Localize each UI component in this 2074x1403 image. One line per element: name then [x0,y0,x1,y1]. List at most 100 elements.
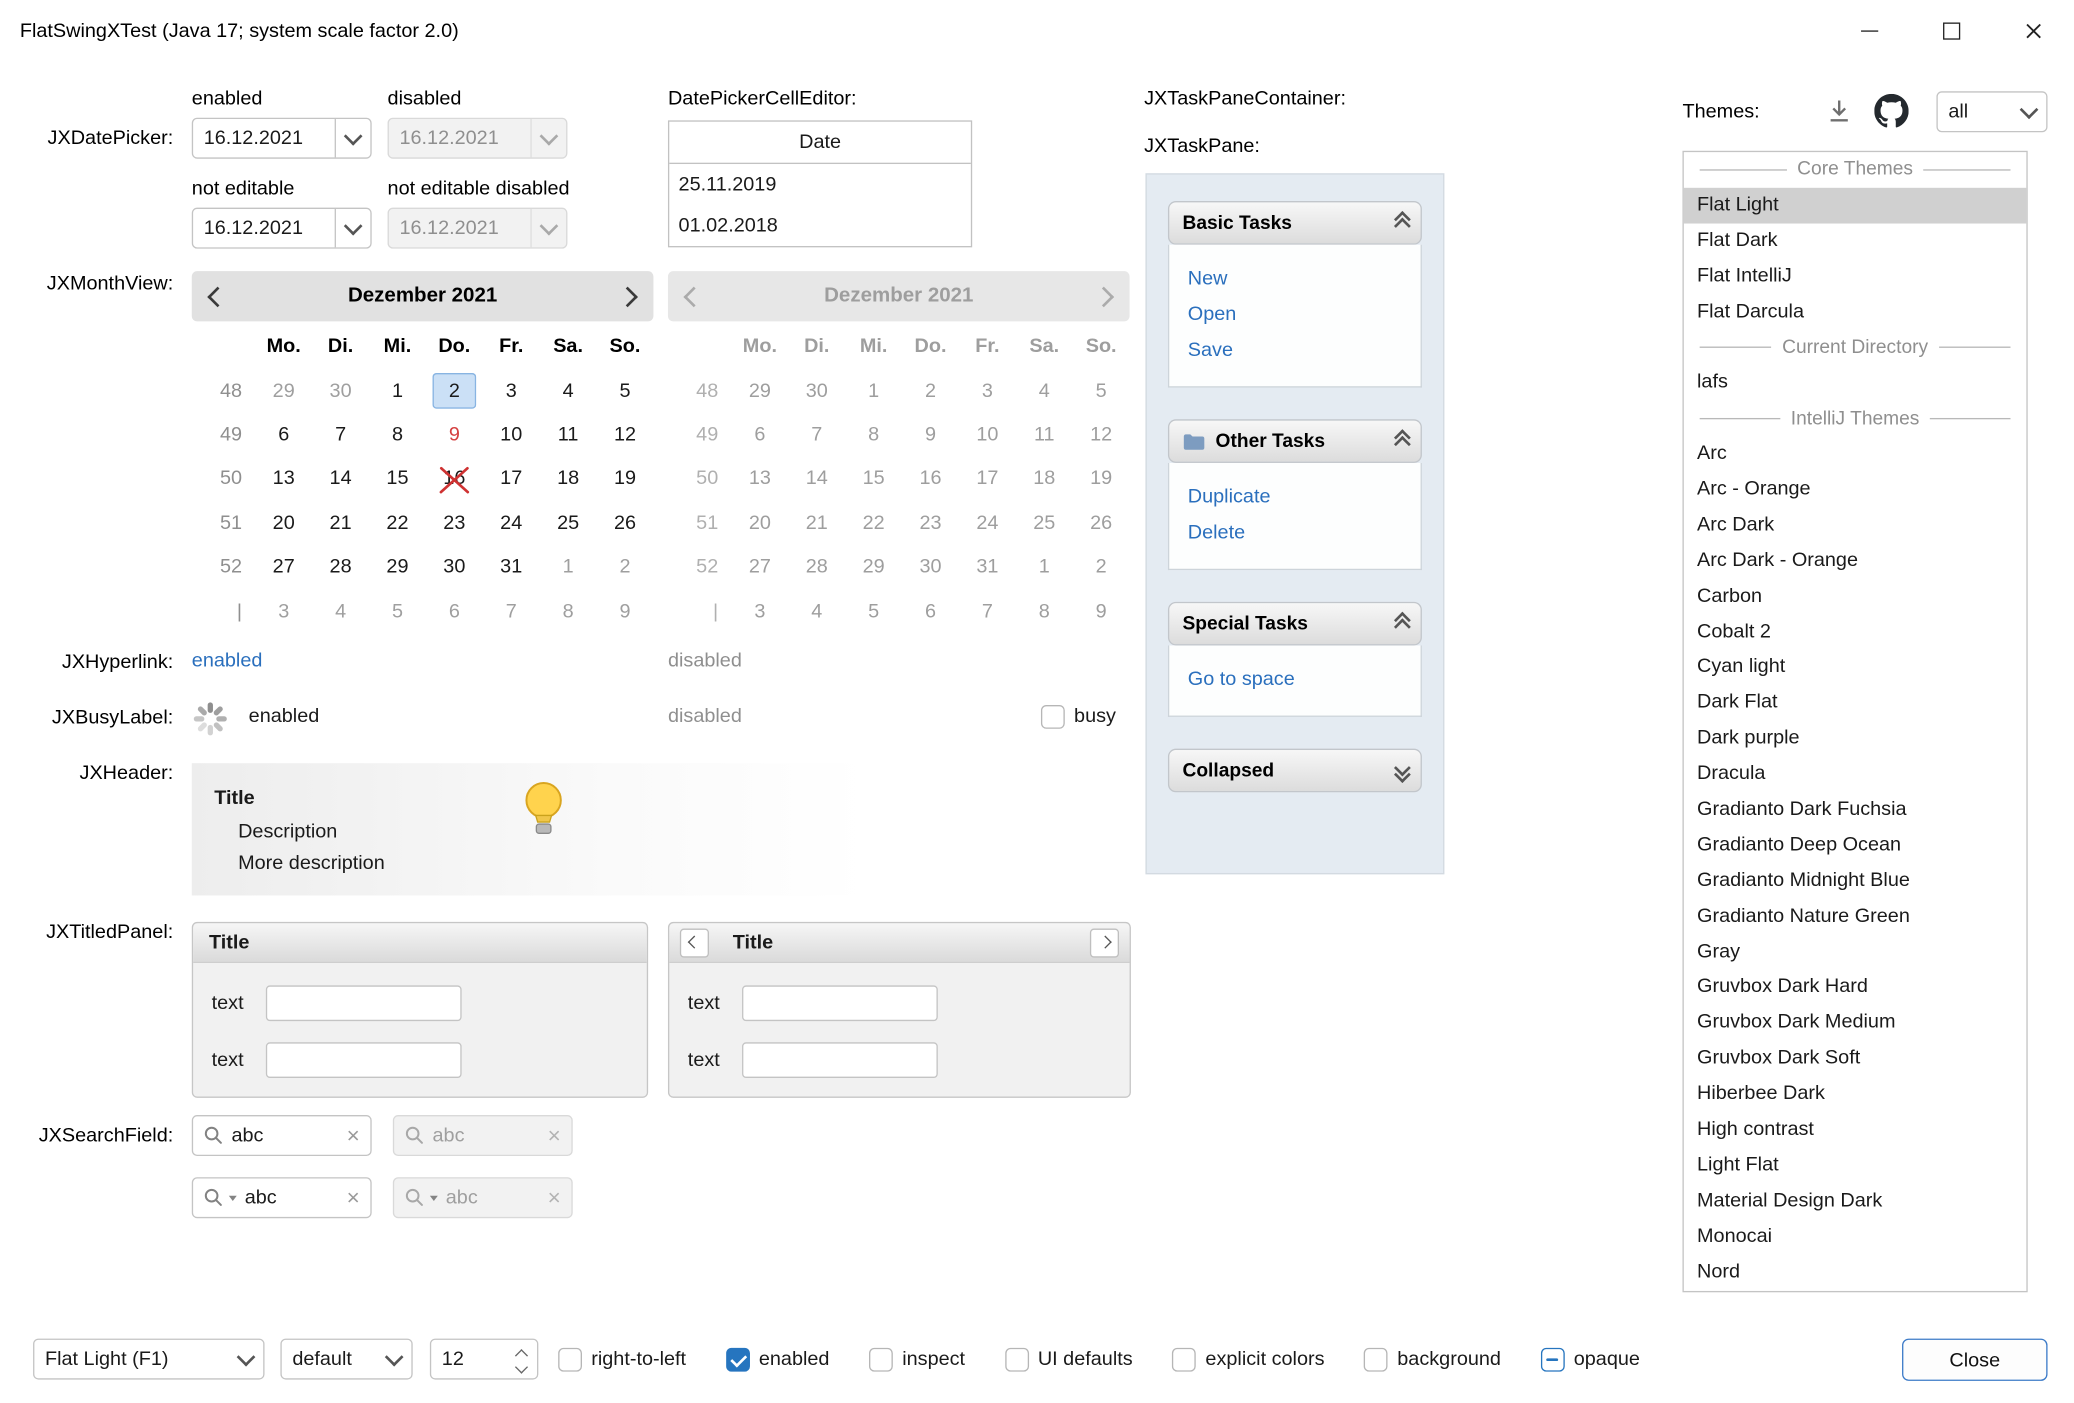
theme-item-gruvbox-dark-hard[interactable]: Gruvbox Dark Hard [1684,970,2027,1006]
theme-item-light-flat[interactable]: Light Flat [1684,1148,2027,1184]
theme-item-flat-light[interactable]: Flat Light [1684,188,2027,224]
text-input[interactable] [742,985,938,1021]
left-arrow-button[interactable] [680,928,709,957]
calendar-day[interactable]: 25 [540,501,597,545]
searchfield-with-menu[interactable]: × [192,1177,372,1218]
themes-filter-combo[interactable]: all [1936,91,2047,132]
chevron-double-up-icon[interactable] [1396,616,1407,631]
theme-item-cyan-light[interactable]: Cyan light [1684,650,2027,686]
github-icon[interactable] [1874,94,1908,128]
checkbox-busy[interactable]: busy [1041,696,1116,737]
calendar-day[interactable]: 9 [597,589,654,633]
calendar-day[interactable]: 31 [483,545,540,589]
hyperlink-enabled[interactable]: enabled [192,649,263,671]
calendar-day[interactable]: 22 [369,501,426,545]
calendar-day[interactable]: 13 [255,457,312,501]
chevron-down-icon[interactable] [335,119,371,157]
calendar-day[interactable]: 4 [312,589,369,633]
calendar-day[interactable]: 29 [369,545,426,589]
theme-item-nord[interactable]: Nord [1684,1255,2027,1291]
taskpane-link-save[interactable]: Save [1188,332,1421,368]
date-cell[interactable]: 01.02.2018 [669,205,971,246]
text-input[interactable] [742,1042,938,1078]
calendar-day[interactable]: 3 [483,368,540,412]
theme-item-arc-dark[interactable]: Arc Dark [1684,508,2027,544]
calendar-day[interactable]: 12 [597,412,654,456]
theme-item-gradianto-deep-ocean[interactable]: Gradianto Deep Ocean [1684,828,2027,864]
taskpane-link-go-to-space[interactable]: Go to space [1188,661,1421,697]
text-input[interactable] [266,985,462,1021]
taskpane-link-open[interactable]: Open [1188,296,1421,332]
calendar-day[interactable]: 30 [426,545,483,589]
themes-list[interactable]: Core ThemesFlat LightFlat DarkFlat Intel… [1682,151,2027,1292]
calendar-day[interactable]: 9 [426,412,483,456]
theme-item-gradianto-nature-green[interactable]: Gradianto Nature Green [1684,899,2027,935]
font-size-spinner[interactable]: 12 [430,1339,538,1380]
calendar-day[interactable]: 11 [540,412,597,456]
calendar-day[interactable]: 1 [369,368,426,412]
theme-item-carbon[interactable]: Carbon [1684,579,2027,615]
calendar-day[interactable]: 23 [426,501,483,545]
theme-item-arc[interactable]: Arc [1684,437,2027,473]
spinner-buttons[interactable] [517,1347,538,1371]
clear-icon[interactable]: × [347,1186,360,1208]
calendar-day[interactable]: 4 [540,368,597,412]
next-month-icon[interactable] [617,286,638,307]
checkbox-background[interactable]: background [1364,1339,1501,1380]
calendar-day[interactable]: 26 [597,501,654,545]
calendar-day[interactable]: 16 [426,457,483,501]
calendar-day[interactable]: 8 [369,412,426,456]
theme-item-gray[interactable]: Gray [1684,935,2027,971]
theme-item-gradianto-midnight-blue[interactable]: Gradianto Midnight Blue [1684,863,2027,899]
checkbox-inspect[interactable]: inspect [869,1339,965,1380]
theme-item-flat-darcula[interactable]: Flat Darcula [1684,294,2027,330]
spinner-down-icon[interactable] [515,1361,527,1373]
calendar-day[interactable]: 24 [483,501,540,545]
calendar-day[interactable]: 6 [426,589,483,633]
calendar-day[interactable]: 19 [597,457,654,501]
search-input[interactable] [245,1186,339,1208]
taskpane-header-other-tasks[interactable]: Other Tasks [1168,419,1422,463]
theme-item-dracula[interactable]: Dracula [1684,757,2027,793]
checkbox-opaque[interactable]: opaque [1541,1339,1640,1380]
calendar-day[interactable]: 15 [369,457,426,501]
calendar-day[interactable]: 18 [540,457,597,501]
calendar-day[interactable]: 7 [312,412,369,456]
text-input[interactable] [266,1042,462,1078]
theme-item-dark-flat[interactable]: Dark Flat [1684,686,2027,722]
calendar-day[interactable]: 2 [597,545,654,589]
font-combo[interactable]: default [280,1339,412,1380]
window-close-button[interactable] [1992,0,2074,62]
calendar-day[interactable]: 10 [483,412,540,456]
theme-item-gruvbox-dark-soft[interactable]: Gruvbox Dark Soft [1684,1041,2027,1077]
theme-item-gradianto-dark-fuchsia[interactable]: Gradianto Dark Fuchsia [1684,792,2027,828]
theme-item-dark-purple[interactable]: Dark purple [1684,721,2027,757]
chevron-double-up-icon[interactable] [1396,434,1407,449]
calendar-day[interactable]: 14 [312,457,369,501]
calendar-day[interactable]: 21 [312,501,369,545]
theme-item-flat-intellij[interactable]: Flat IntelliJ [1684,259,2027,295]
calendar-day[interactable]: 5 [597,368,654,412]
theme-item-cobalt-2[interactable]: Cobalt 2 [1684,614,2027,650]
calendar-day[interactable]: 8 [540,589,597,633]
clear-icon[interactable]: × [347,1124,360,1146]
searchfield-enabled[interactable]: × [192,1115,372,1156]
theme-item-flat-dark[interactable]: Flat Dark [1684,223,2027,259]
calendar-day[interactable]: 27 [255,545,312,589]
theme-item-arc-dark-orange[interactable]: Arc Dark - Orange [1684,543,2027,579]
datepicker-not-editable[interactable]: 16.12.2021 [192,208,372,249]
close-button[interactable]: Close [1902,1339,2047,1381]
taskpane-header-special-tasks[interactable]: Special Tasks [1168,602,1422,646]
calendar-day[interactable]: 2 [426,368,483,412]
checkbox-enabled[interactable]: enabled [726,1339,830,1380]
theme-item-monocai[interactable]: Monocai [1684,1219,2027,1255]
theme-item-material-design-dark[interactable]: Material Design Dark [1684,1184,2027,1220]
calendar-day[interactable]: 6 [255,412,312,456]
calendar-day[interactable]: 7 [483,589,540,633]
right-arrow-button[interactable] [1090,928,1119,957]
calendar-day[interactable]: 30 [312,368,369,412]
theme-item-lafs[interactable]: lafs [1684,366,2027,402]
theme-item-arc-orange[interactable]: Arc - Orange [1684,472,2027,508]
chevron-down-icon[interactable] [229,1340,263,1378]
download-icon[interactable] [1825,97,1853,126]
